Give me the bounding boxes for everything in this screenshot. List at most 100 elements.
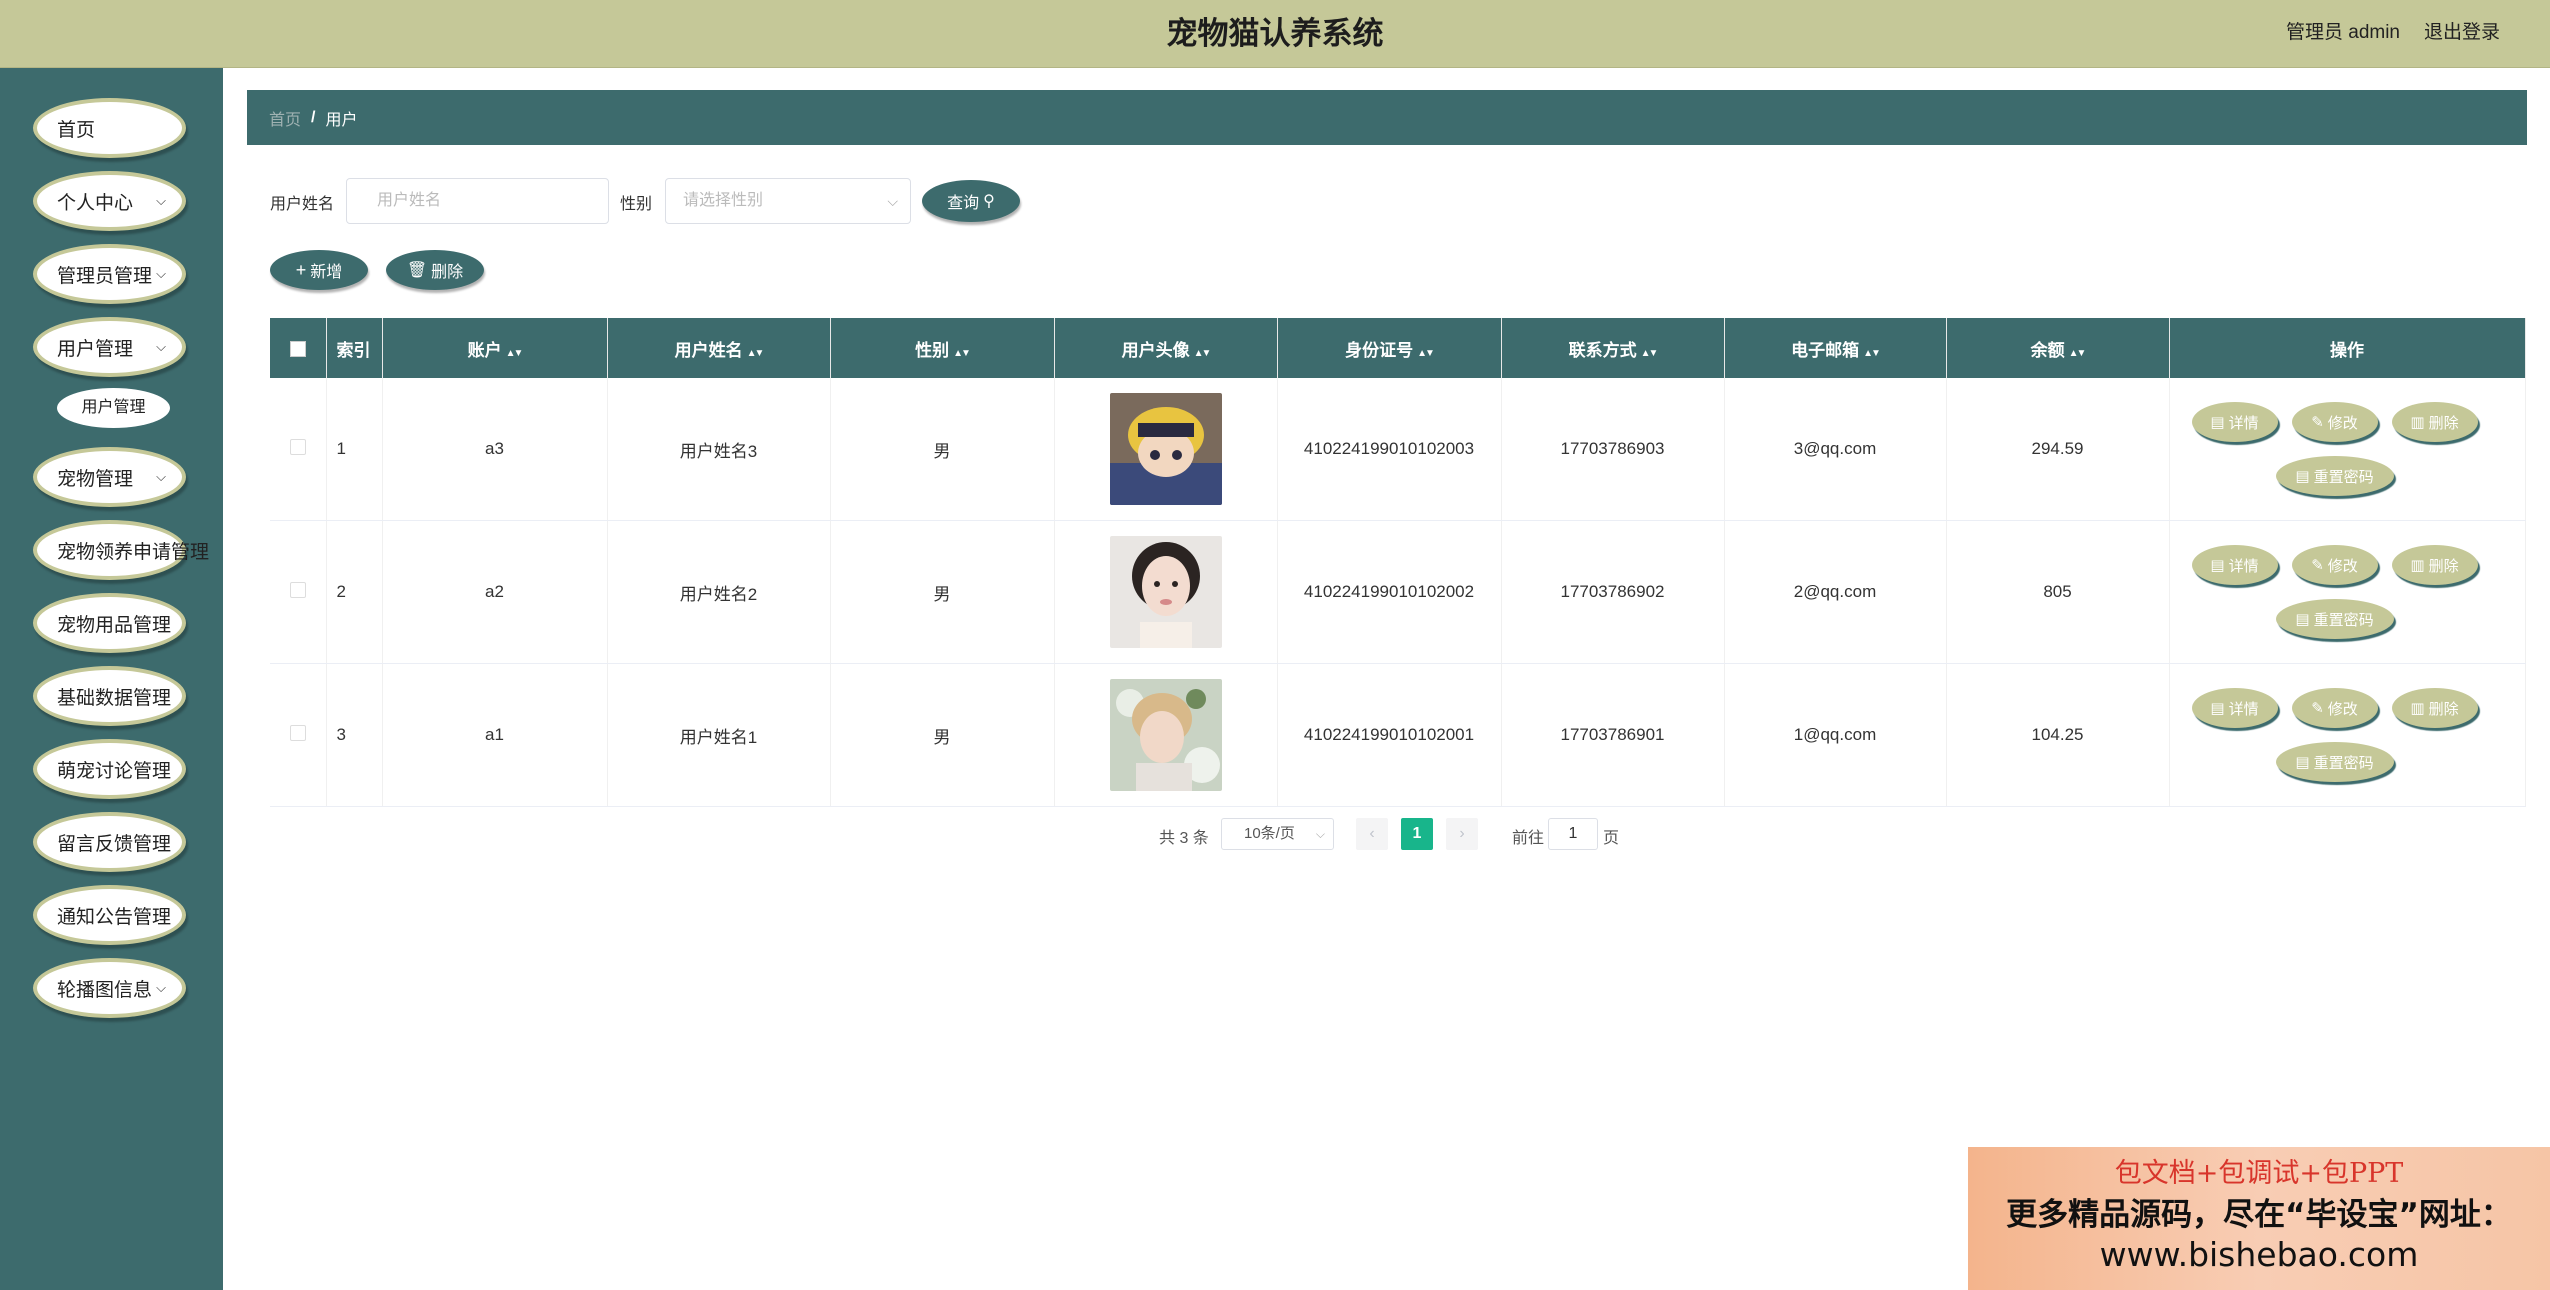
next-page-button[interactable]: ›: [1446, 818, 1478, 850]
edit-button[interactable]: ✎ 修改: [2291, 688, 2378, 728]
select-all-cell[interactable]: [270, 318, 327, 378]
sidebar-subitem-user-management[interactable]: 用户管理: [57, 388, 170, 428]
sidebar-item-carousel-info[interactable]: 轮播图信息 ⌵: [33, 958, 186, 1018]
sidebar-item-admin-management[interactable]: 管理员管理 ⌵: [33, 244, 186, 304]
select-all-checkbox[interactable]: [289, 340, 306, 357]
promo-url[interactable]: www.bishebao.com: [1968, 1235, 2550, 1274]
cell-email: 1@qq.com: [1724, 663, 1947, 807]
sidebar-item-personal-center[interactable]: 个人中心 ⌵: [33, 171, 186, 231]
batch-delete-button-label: 删除: [431, 264, 464, 281]
sort-icon[interactable]: ▲▼: [1641, 348, 1659, 359]
cell-index: 3: [326, 663, 383, 807]
row-checkbox[interactable]: [289, 724, 306, 741]
sidebar-item-label: 基础数据管理: [57, 687, 172, 709]
cell-id-card: 410224199010102001: [1277, 663, 1502, 807]
query-button[interactable]: 查询 ⚲: [922, 180, 1020, 222]
chevron-down-icon: ⌵: [1315, 827, 1325, 841]
gender-select-placeholder: 请选择性别: [683, 192, 764, 209]
delete-button[interactable]: ▥ 删除: [2391, 402, 2478, 442]
document-icon: ▤: [2295, 468, 2310, 485]
edit-button[interactable]: ✎ 修改: [2291, 545, 2378, 585]
cell-actions: ▤ 详情 ✎ 修改 ▥ 删除 ▤ 重置密码: [2169, 378, 2526, 521]
delete-button[interactable]: ▥ 删除: [2391, 545, 2478, 585]
sort-icon[interactable]: ▲▼: [953, 348, 971, 359]
chevron-down-icon: ⌵: [156, 469, 166, 484]
row-checkbox-cell[interactable]: [270, 378, 327, 521]
column-header-account[interactable]: 账户 ▲▼: [382, 318, 608, 378]
chevron-down-icon: ⌵: [156, 980, 166, 995]
add-button[interactable]: + 新增: [270, 250, 368, 290]
row-checkbox-cell[interactable]: [270, 520, 327, 664]
sidebar-item-supplies-management[interactable]: 宠物用品管理: [33, 593, 186, 653]
sort-icon[interactable]: ▲▼: [2069, 348, 2087, 359]
reset-password-button[interactable]: ▤ 重置密码: [2275, 742, 2394, 782]
detail-button-label: 详情: [2228, 557, 2259, 575]
search-icon: ⚲: [983, 193, 995, 210]
query-button-label: 查询: [947, 195, 980, 212]
avatar[interactable]: [1109, 679, 1222, 791]
detail-button[interactable]: ▤ 详情: [2191, 402, 2278, 442]
column-header-avatar[interactable]: 用户头像 ▲▼: [1054, 318, 1278, 378]
sort-icon[interactable]: ▲▼: [1417, 348, 1435, 359]
column-header-phone[interactable]: 联系方式 ▲▼: [1501, 318, 1725, 378]
chevron-down-icon: ⌵: [156, 266, 166, 281]
avatar[interactable]: [1109, 536, 1222, 648]
document-icon: ▤: [2295, 754, 2310, 771]
sort-icon[interactable]: ▲▼: [747, 348, 765, 359]
goto-page-input[interactable]: 1: [1548, 818, 1598, 850]
sidebar-item-adoption-management[interactable]: 宠物领养申请管理: [33, 520, 209, 580]
row-checkbox-cell[interactable]: [270, 663, 327, 807]
sidebar-item-discussion-management[interactable]: 萌宠讨论管理: [33, 739, 186, 799]
user-name-label: 用户姓名: [270, 196, 335, 213]
sort-icon[interactable]: ▲▼: [1863, 348, 1881, 359]
column-header-id-card[interactable]: 身份证号 ▲▼: [1277, 318, 1502, 378]
cell-index: 2: [326, 520, 383, 664]
page-size-select[interactable]: 10条/页 ⌵: [1221, 818, 1334, 850]
user-name-input[interactable]: 用户姓名: [346, 178, 609, 224]
sort-icon[interactable]: ▲▼: [506, 348, 524, 359]
sidebar-item-user-management[interactable]: 用户管理 ⌵: [33, 317, 186, 377]
cell-balance: 104.25: [1946, 663, 2170, 807]
cell-name: 用户姓名3: [607, 378, 831, 521]
sort-icon[interactable]: ▲▼: [1194, 348, 1212, 359]
sidebar-item-pet-management[interactable]: 宠物管理 ⌵: [33, 447, 186, 507]
reset-password-button[interactable]: ▤ 重置密码: [2275, 456, 2394, 496]
column-header-email[interactable]: 电子邮箱 ▲▼: [1724, 318, 1947, 378]
sidebar-item-home[interactable]: 首页: [33, 98, 186, 158]
batch-delete-button[interactable]: 🗑 删除: [386, 250, 484, 290]
column-header-label: 账户: [467, 340, 502, 360]
sidebar-item-base-data-management[interactable]: 基础数据管理: [33, 666, 186, 726]
column-header-gender[interactable]: 性别 ▲▼: [830, 318, 1055, 378]
logout-link[interactable]: 退出登录: [2424, 0, 2500, 66]
cell-account: a3: [382, 378, 608, 521]
cell-avatar: [1054, 663, 1278, 807]
column-header-label: 身份证号: [1345, 340, 1414, 360]
delete-button[interactable]: ▥ 删除: [2391, 688, 2478, 728]
cell-name: 用户姓名2: [607, 520, 831, 664]
row-checkbox[interactable]: [289, 581, 306, 598]
cell-balance: 294.59: [1946, 378, 2170, 521]
gender-select[interactable]: 请选择性别 ⌵: [665, 178, 911, 224]
prev-page-button[interactable]: ‹: [1356, 818, 1388, 850]
sidebar-item-notice-management[interactable]: 通知公告管理: [33, 885, 186, 945]
row-checkbox[interactable]: [289, 438, 306, 455]
page-number-button[interactable]: 1: [1401, 818, 1433, 850]
cell-phone: 17703786903: [1501, 378, 1725, 521]
cell-phone: 17703786902: [1501, 520, 1725, 664]
goto-label: 前往: [1512, 830, 1545, 847]
reset-password-button[interactable]: ▤ 重置密码: [2275, 599, 2394, 639]
column-header-balance[interactable]: 余额 ▲▼: [1946, 318, 2170, 378]
admin-username: 管理员 admin: [2285, 22, 2400, 43]
breadcrumb-home-link[interactable]: 首页: [269, 106, 301, 130]
edit-button[interactable]: ✎ 修改: [2291, 402, 2378, 442]
trash-icon: ▥: [2410, 700, 2425, 717]
sidebar: 首页 个人中心 ⌵ 管理员管理 ⌵ 用户管理 ⌵ 用户管理 宠物管理 ⌵ 宠物领…: [0, 68, 223, 1290]
detail-button[interactable]: ▤ 详情: [2191, 688, 2278, 728]
trash-icon: ▥: [2410, 557, 2425, 574]
column-header-actions: 操作: [2169, 318, 2526, 378]
breadcrumb: 首页 / 用户: [247, 90, 2527, 145]
column-header-name[interactable]: 用户姓名 ▲▼: [607, 318, 831, 378]
detail-button[interactable]: ▤ 详情: [2191, 545, 2278, 585]
avatar[interactable]: [1109, 393, 1222, 505]
table-row: 3 a1 用户姓名1 男 410224199010102001 17703786…: [270, 663, 2526, 807]
